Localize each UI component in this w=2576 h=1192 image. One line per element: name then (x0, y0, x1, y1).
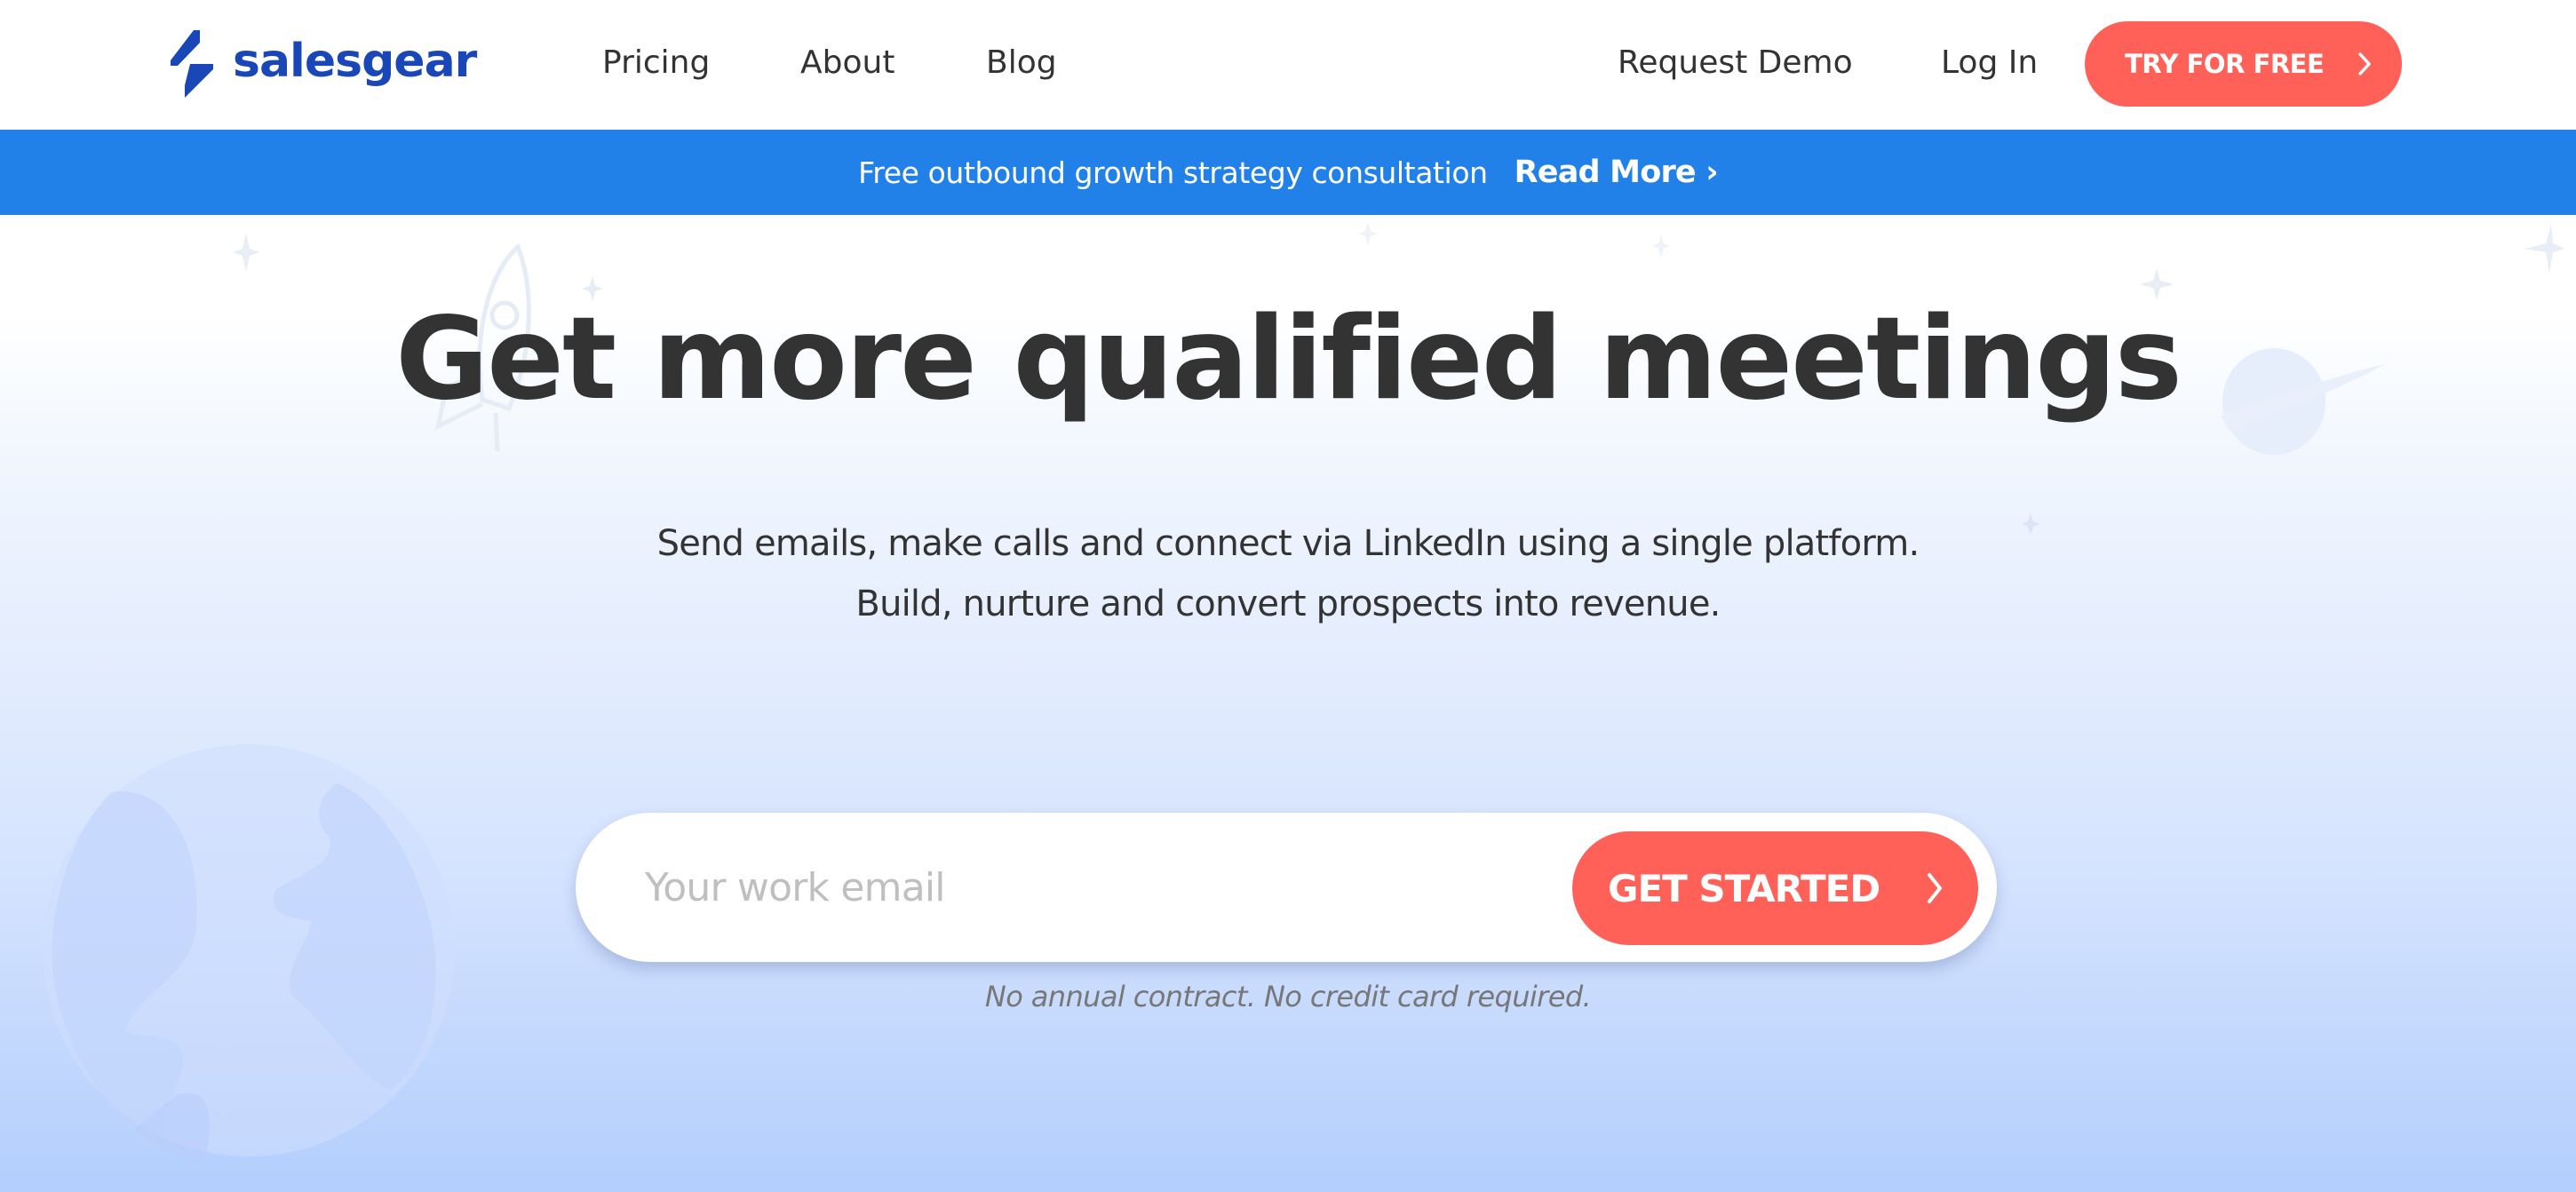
sparkle-star-icon (233, 233, 259, 272)
email-signup-form: GET STARTED (576, 813, 1997, 962)
top-nav: salesgear Pricing About Blog Request Dem… (0, 0, 2576, 130)
nav-link-pricing[interactable]: Pricing (602, 41, 710, 85)
announcement-message: Free outbound growth strategy consultati… (858, 155, 1488, 190)
hero-subline: Build, nurture and convert prospects int… (855, 584, 1721, 624)
sparkle-star-icon (1652, 234, 1670, 258)
sparkle-star-icon (2524, 224, 2565, 274)
hero-subline: Send emails, make calls and connect via … (656, 523, 1920, 564)
nav-link-about[interactable]: About (800, 41, 894, 85)
try-for-free-button[interactable]: TRY FOR FREE (2085, 21, 2402, 107)
get-started-label: GET STARTED (1608, 866, 1880, 910)
read-more-link[interactable]: Read More › (1515, 155, 1719, 190)
try-for-free-label: TRY FOR FREE (2125, 49, 2325, 79)
nav-link-blog[interactable]: Blog (986, 41, 1057, 85)
hero-section: Get more qualified meetings Send emails,… (0, 215, 2576, 1192)
sparkle-star-icon (1359, 222, 1377, 245)
chevron-right-icon (1928, 873, 1943, 903)
get-started-button[interactable]: GET STARTED (1572, 831, 1978, 945)
globe-icon (43, 744, 455, 1165)
hero-headline: Get more qualified meetings (395, 293, 2182, 425)
logo-wordmark: salesgear (233, 35, 477, 88)
login-link[interactable]: Log In (1941, 41, 2038, 85)
logo-link[interactable]: salesgear (171, 30, 477, 98)
chevron-right-icon (2358, 52, 2372, 75)
work-email-input[interactable] (645, 845, 1515, 930)
request-demo-link[interactable]: Request Demo (1618, 41, 1853, 85)
announcement-bar: Free outbound growth strategy consultati… (0, 130, 2576, 215)
salesgear-logo-icon (171, 30, 213, 98)
signup-disclaimer: No annual contract. No credit card requi… (984, 980, 1592, 1013)
